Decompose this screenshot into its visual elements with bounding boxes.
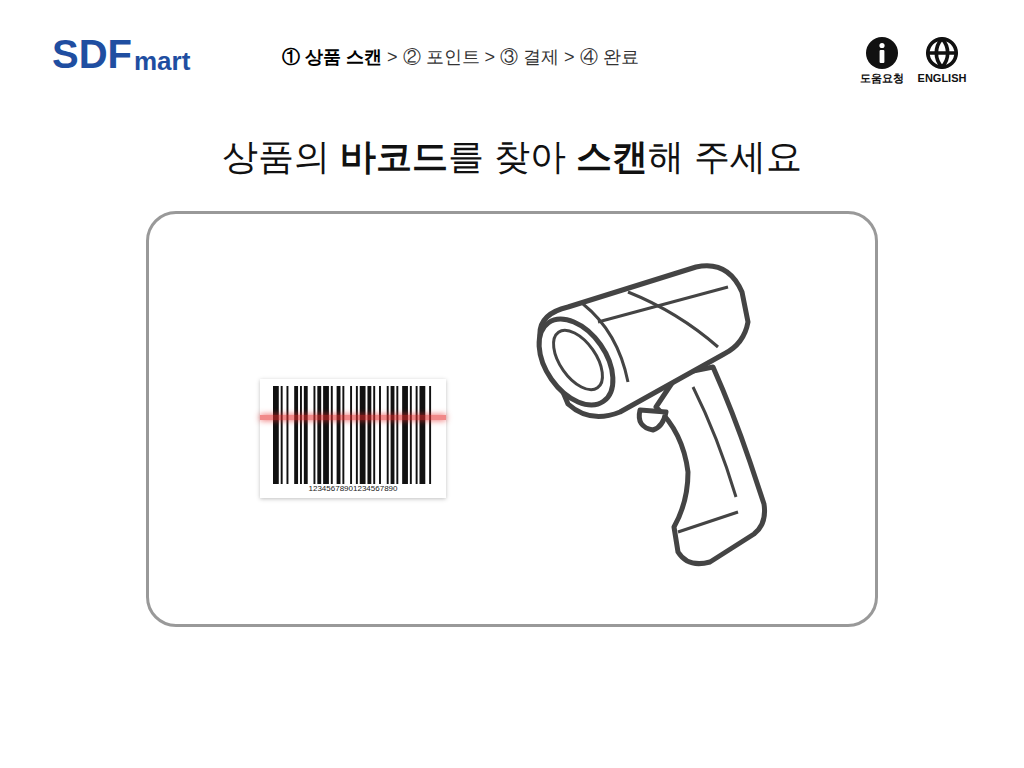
step: ③ 결제 xyxy=(500,44,559,71)
step-separator: > xyxy=(485,44,496,71)
title-segment: 바코드 xyxy=(340,136,448,177)
kiosk-screen: SDFmart① 상품 스캔>② 포인트>③ 결제>④ 완료도움요청ENGLIS… xyxy=(0,0,1024,768)
step: ④ 완료 xyxy=(580,44,639,71)
step-indicator: ① 상품 스캔>② 포인트>③ 결제>④ 완료 xyxy=(282,32,856,71)
instruction-title: 상품의 바코드를 찾아 스캔해 주세요 xyxy=(0,135,1024,179)
title-segment: 해 주세요 xyxy=(648,136,802,177)
header-buttons: 도움요청 ENGLISH xyxy=(856,32,968,85)
step-separator: > xyxy=(387,44,398,71)
help-button[interactable]: 도움요청 xyxy=(856,36,908,85)
barcode-number: 12345678901234567890 xyxy=(309,484,398,494)
step-separator: > xyxy=(564,44,575,71)
header-button-label: ENGLISH xyxy=(918,72,967,85)
logo-main: SDF xyxy=(52,32,132,76)
info-icon xyxy=(865,36,899,70)
barcode-bars-icon xyxy=(273,386,433,484)
barcode: 12345678901234567890 xyxy=(260,379,446,498)
header: SDFmart① 상품 스캔>② 포인트>③ 결제>④ 완료도움요청ENGLIS… xyxy=(0,0,1024,85)
title-segment: 스캔 xyxy=(576,136,648,177)
language-button[interactable]: ENGLISH xyxy=(916,36,968,85)
logo: SDFmart xyxy=(52,32,282,76)
header-button-label: 도움요청 xyxy=(860,72,904,85)
step: ① 상품 스캔 xyxy=(282,44,382,71)
scan-card: 12345678901234567890 xyxy=(146,211,878,627)
title-segment: 를 찾아 xyxy=(448,136,576,177)
logo-sub: mart xyxy=(134,46,190,76)
scanner-icon xyxy=(528,262,768,567)
step: ② 포인트 xyxy=(403,44,480,71)
title-segment: 상품의 xyxy=(222,136,340,177)
globe-icon xyxy=(925,36,959,70)
scan-line-icon xyxy=(260,415,446,420)
